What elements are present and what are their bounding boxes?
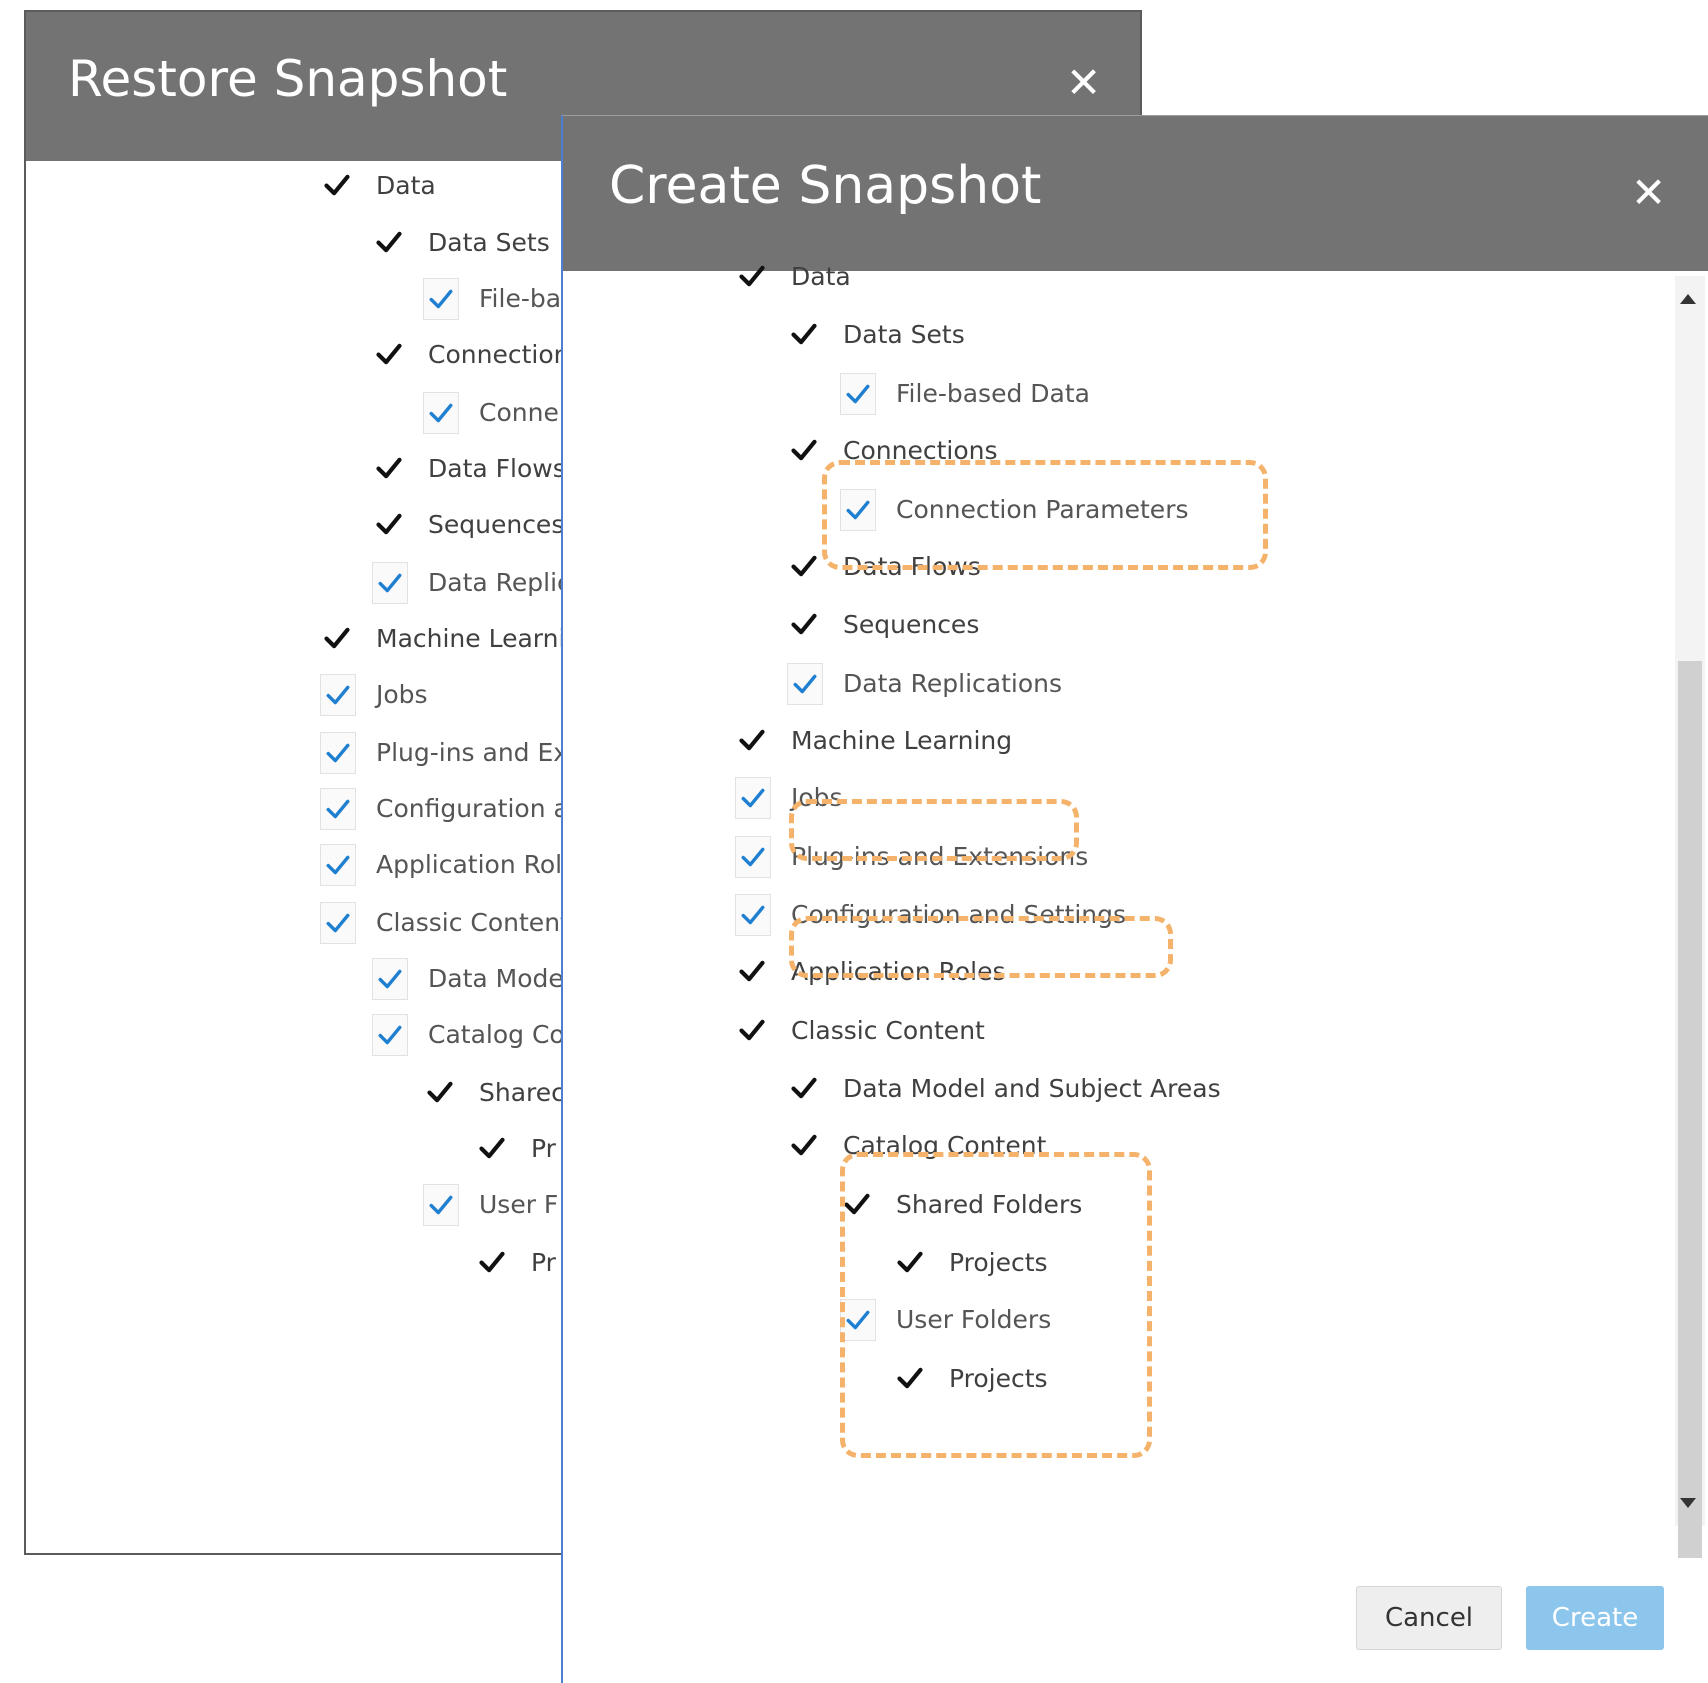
highlight-connections xyxy=(822,460,1268,570)
restore-tree-item-label: Catalog Co xyxy=(428,1020,565,1049)
create-tree-item-label: Machine Learning xyxy=(791,726,1013,755)
restore-tree-item-label: Pr xyxy=(531,1134,556,1163)
checkmark-icon[interactable] xyxy=(372,448,406,488)
checkbox-checked-icon[interactable] xyxy=(320,732,356,774)
restore-tree-item-label: Sharec xyxy=(479,1078,565,1107)
create-dialog-header: Create Snapshot ✕ xyxy=(563,116,1708,271)
restore-tree-item-label: Connection xyxy=(428,340,570,369)
create-snapshot-dialog: Create Snapshot ✕ Data Data Sets File-base… xyxy=(561,115,1708,1683)
checkmark-icon[interactable] xyxy=(787,430,821,470)
restore-tree-item-label: Data Flows xyxy=(428,454,566,483)
scrollbar-thumb[interactable] xyxy=(1678,661,1702,1558)
restore-tree-item-label: User F xyxy=(479,1190,559,1219)
create-tree-item-label: File-based Data xyxy=(896,379,1090,408)
restore-tree-item-label: Data Mode xyxy=(428,964,564,993)
checkbox-checked-icon[interactable] xyxy=(735,894,771,936)
checkmark-icon[interactable] xyxy=(320,165,354,205)
checkbox-checked-icon[interactable] xyxy=(423,278,459,320)
checkbox-checked-icon[interactable] xyxy=(320,902,356,944)
cancel-button[interactable]: Cancel xyxy=(1356,1586,1502,1650)
restore-tree-item-label: File-ba xyxy=(479,284,562,313)
vertical-scrollbar[interactable] xyxy=(1675,276,1705,1558)
checkmark-icon[interactable] xyxy=(735,720,769,760)
restore-tree-item-label: Pr xyxy=(531,1248,556,1277)
create-tree-item-label: Sequences xyxy=(843,610,980,639)
checkmark-icon[interactable] xyxy=(372,334,406,374)
restore-tree-item-label: Application Role xyxy=(376,850,578,879)
restore-dialog-title: Restore Snapshot xyxy=(68,50,508,108)
checkmark-icon[interactable] xyxy=(787,546,821,586)
restore-tree-item-label: Plug-ins and Ext xyxy=(376,738,578,767)
checkmark-icon[interactable] xyxy=(787,314,821,354)
checkbox-checked-icon[interactable] xyxy=(372,958,408,1000)
checkmark-icon[interactable] xyxy=(787,1068,821,1108)
restore-tree-item-label: Data xyxy=(376,171,436,200)
checkbox-checked-icon[interactable] xyxy=(735,777,771,819)
checkmark-icon[interactable] xyxy=(735,951,769,991)
restore-tree-item-label: Jobs xyxy=(376,680,428,709)
scroll-up-icon[interactable] xyxy=(1680,294,1696,304)
checkbox-checked-icon[interactable] xyxy=(320,844,356,886)
checkmark-icon[interactable] xyxy=(372,504,406,544)
checkbox-checked-icon[interactable] xyxy=(735,836,771,878)
checkmark-icon[interactable] xyxy=(735,256,769,296)
restore-tree-item-label: Machine Learnir xyxy=(376,624,576,653)
checkmark-icon[interactable] xyxy=(475,1128,509,1168)
restore-tree-item-label: Data Replic xyxy=(428,568,571,597)
checkbox-checked-icon[interactable] xyxy=(423,1184,459,1226)
highlight-jobs xyxy=(789,799,1079,861)
restore-tree-item-label: Sequences xyxy=(428,510,565,539)
checkbox-checked-icon[interactable] xyxy=(372,562,408,604)
highlight-configuration xyxy=(789,916,1173,978)
create-tree-item-label: Data Sets xyxy=(843,320,965,349)
checkbox-checked-icon[interactable] xyxy=(423,392,459,434)
checkmark-icon[interactable] xyxy=(372,222,406,262)
restore-tree-item-label: Configuration ar xyxy=(376,794,580,823)
highlight-catalog-content xyxy=(840,1152,1152,1458)
checkbox-checked-icon[interactable] xyxy=(787,663,823,705)
scroll-down-icon[interactable] xyxy=(1680,1498,1696,1508)
create-tree-item-label: Data Replications xyxy=(843,669,1063,698)
close-icon[interactable]: ✕ xyxy=(1066,62,1101,104)
close-icon[interactable]: ✕ xyxy=(1631,172,1666,214)
create-button[interactable]: Create xyxy=(1526,1586,1664,1650)
restore-tree-item-label: Data Sets xyxy=(428,228,550,257)
create-tree-item-label: Data xyxy=(791,262,851,291)
checkmark-icon[interactable] xyxy=(787,604,821,644)
checkmark-icon[interactable] xyxy=(735,1010,769,1050)
checkmark-icon[interactable] xyxy=(475,1242,509,1282)
checkbox-checked-icon[interactable] xyxy=(320,674,356,716)
restore-tree-item-label: Conne xyxy=(479,398,559,427)
checkbox-checked-icon[interactable] xyxy=(372,1014,408,1056)
checkmark-icon[interactable] xyxy=(423,1072,457,1112)
create-tree-item-label: Data Model and Subject Areas xyxy=(843,1074,1221,1103)
restore-tree-item-label: Classic Content xyxy=(376,908,570,937)
create-tree-item-label: Classic Content xyxy=(791,1016,985,1045)
checkbox-checked-icon[interactable] xyxy=(840,373,876,415)
create-dialog-title: Create Snapshot xyxy=(609,156,1042,216)
checkmark-icon[interactable] xyxy=(787,1125,821,1165)
checkbox-checked-icon[interactable] xyxy=(320,788,356,830)
checkmark-icon[interactable] xyxy=(320,618,354,658)
